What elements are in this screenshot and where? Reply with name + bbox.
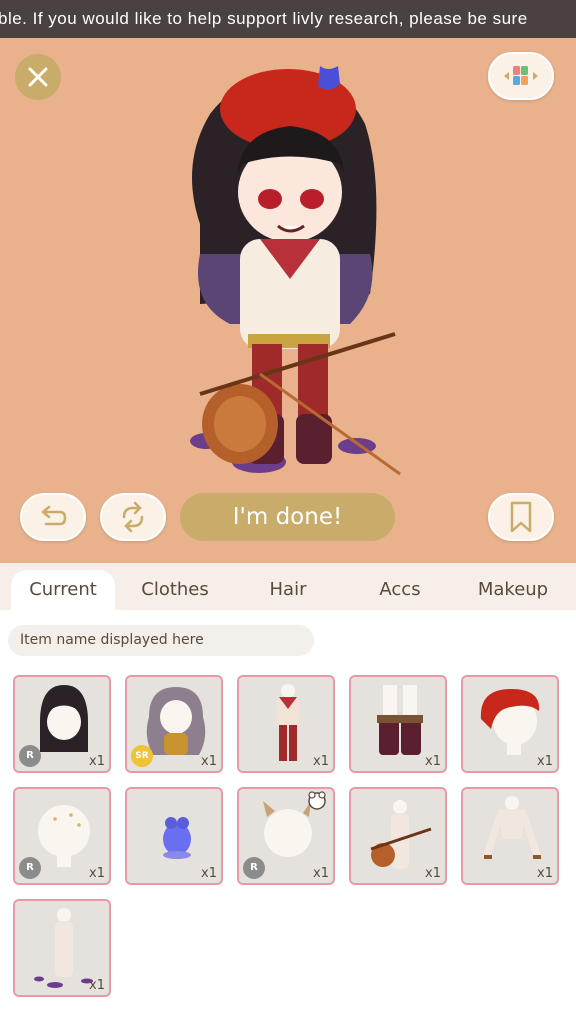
close-button[interactable] [15,54,61,100]
item-card-boots[interactable]: x1 [349,675,447,773]
tab-makeup[interactable]: Makeup [461,570,565,610]
item-card-black-hair[interactable]: R x1 [13,675,111,773]
color-grid-icon [504,66,538,85]
item-card-outfit[interactable]: x1 [237,675,335,773]
item-quantity: x1 [313,754,329,769]
item-card-puddles[interactable]: x1 [13,899,111,997]
layout-button[interactable] [488,52,554,100]
item-card-bracelets[interactable]: x1 [461,787,559,885]
news-ticker: ble. If you would like to help support l… [0,0,576,38]
bookmark-icon [510,501,532,533]
close-icon [28,67,48,87]
done-button[interactable]: I'm done! [180,493,395,541]
rarity-badge: SR [131,745,153,767]
category-tabs: Current Clothes Hair Accs Makeup [0,563,576,610]
item-quantity: x1 [89,978,105,993]
item-quantity: x1 [537,866,553,881]
item-card-blue-frog[interactable]: x1 [125,787,223,885]
tab-current[interactable]: Current [11,570,115,610]
undo-icon [41,505,67,526]
bookmark-button[interactable] [488,493,554,541]
rarity-badge: R [19,857,41,879]
tab-hair[interactable]: Hair [236,570,340,610]
ticker-text: ble. If you would like to help support l… [0,9,528,28]
item-card-wavy-hair[interactable]: SR x1 [125,675,223,773]
rarity-badge: R [243,857,265,879]
item-quantity: x1 [89,866,105,881]
item-quantity: x1 [537,754,553,769]
avatar-stage: I'm done! [0,38,576,563]
randomize-button[interactable] [100,493,166,541]
item-card-horns[interactable]: R x1 [237,787,335,885]
tab-accs[interactable]: Accs [348,570,452,610]
item-quantity: x1 [201,754,217,769]
item-quantity: x1 [425,754,441,769]
undo-button[interactable] [20,493,86,541]
item-card-violin[interactable]: x1 [349,787,447,885]
item-quantity: x1 [425,866,441,881]
item-quantity: x1 [89,754,105,769]
item-quantity: x1 [313,866,329,881]
rarity-badge: R [19,745,41,767]
avatar-character[interactable] [170,54,410,484]
tab-clothes[interactable]: Clothes [123,570,227,610]
item-card-red-beret[interactable]: x1 [461,675,559,773]
refresh-icon [122,501,144,533]
item-name-display: Item name displayed here [8,625,314,656]
item-quantity: x1 [201,866,217,881]
item-card-sparkle-face[interactable]: R x1 [13,787,111,885]
